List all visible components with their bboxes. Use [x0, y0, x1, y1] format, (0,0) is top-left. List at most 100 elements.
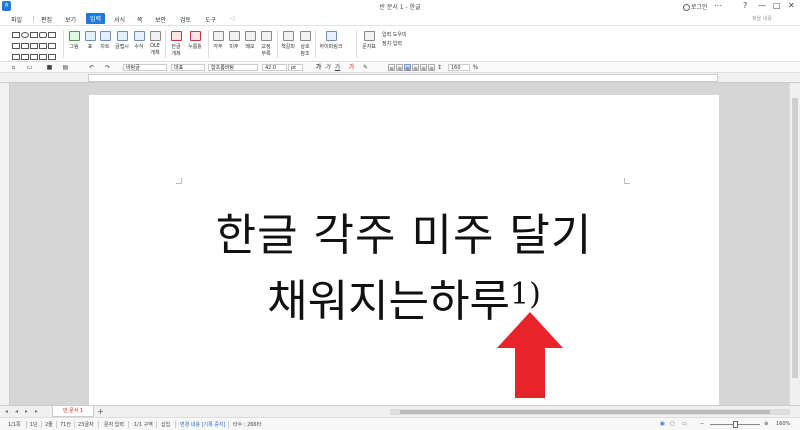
redo-icon[interactable]: ↷ — [104, 64, 111, 71]
line-spacing-icon[interactable]: ↕ — [436, 64, 443, 71]
button-label: 개체 — [171, 51, 181, 57]
vertical-scrollbar[interactable] — [789, 83, 800, 405]
status-section[interactable]: 1/1 구역 — [134, 421, 153, 428]
status-divider — [175, 421, 176, 428]
help-icon[interactable]: ? — [743, 1, 747, 10]
symbol-icon — [363, 31, 375, 41]
button-label: 각주 — [213, 44, 223, 50]
align-center-icon[interactable]: ≡ — [404, 64, 411, 72]
align-right-icon[interactable]: ≡ — [412, 64, 419, 72]
menu-edit[interactable]: 편집 — [41, 15, 52, 24]
insert-endnote-button[interactable]: 미주 — [227, 31, 241, 50]
horizontal-ruler[interactable] — [0, 73, 800, 83]
italic-icon[interactable]: 가 — [324, 64, 331, 71]
proofreading-marks-button[interactable]: 교정 부록 — [259, 31, 273, 57]
insert-chart-button[interactable]: 차트 — [98, 31, 112, 50]
font-size-input[interactable]: 42.0 — [262, 64, 287, 71]
view-page-icon[interactable]: ▢ — [670, 421, 675, 427]
align-left-icon[interactable]: ≡ — [396, 64, 403, 72]
status-track-changes[interactable]: 변경 내용 [기록 중지] — [180, 421, 225, 428]
tab-last-icon[interactable]: ▸ — [35, 408, 38, 415]
input-helper-button[interactable]: 입력 도우미 — [382, 31, 407, 38]
insert-picture-button[interactable]: 그림 — [67, 31, 81, 50]
footnote-mark[interactable]: 1) — [510, 277, 541, 312]
maximize-button[interactable]: □ — [773, 1, 781, 10]
status-divider — [74, 421, 75, 428]
view-normal-icon[interactable]: ▣ — [660, 421, 665, 427]
field-icon — [189, 31, 201, 41]
zoom-out-icon[interactable]: − — [700, 421, 704, 427]
document-page[interactable]: 한글 각주 미주 달기 채워지는하루1) — [89, 95, 719, 405]
status-insert-mode[interactable]: 삽입 — [161, 421, 170, 428]
close-button[interactable]: ✕ — [788, 1, 795, 10]
language-select[interactable]: 대표 — [171, 64, 205, 71]
tab-first-icon[interactable]: ◂ — [5, 408, 8, 415]
insert-symbol-button[interactable]: 문자표 — [360, 31, 378, 50]
font-unit-select[interactable]: pt — [288, 64, 303, 71]
ribbon-divider — [208, 30, 209, 58]
menu-review[interactable]: 검토 — [180, 15, 191, 24]
tab-document-1[interactable]: 빈 문서 1 — [52, 406, 94, 417]
insert-bookmark-button[interactable]: 책갈피 — [280, 31, 296, 50]
expand-icon[interactable]: ◁ — [230, 15, 235, 22]
bookmark-icon — [282, 31, 294, 41]
insert-hangul-object-button[interactable]: 한글 개체 — [169, 31, 183, 57]
scrollbar-thumb[interactable] — [400, 410, 770, 414]
insert-hyperlink-button[interactable]: 하이퍼링크 — [318, 31, 344, 50]
print-icon[interactable]: ▤ — [62, 64, 69, 71]
login-button[interactable]: 로그인 — [683, 2, 708, 11]
font-select[interactable]: 함초롬바탕 — [208, 64, 258, 71]
document-text-line-1[interactable]: 한글 각주 미주 달기 — [89, 199, 719, 263]
menu-security[interactable]: 보안 — [155, 15, 166, 24]
align-split-icon[interactable]: ≡ — [428, 64, 435, 72]
ribbon-divider — [356, 30, 357, 58]
new-document-icon[interactable]: ▫ — [10, 64, 17, 71]
add-tab-button[interactable]: + — [97, 407, 104, 416]
insert-formula-button[interactable]: 수식 — [132, 31, 146, 50]
document-text-line-2[interactable]: 채워지는하루1) — [89, 265, 719, 329]
insert-ole-object-button[interactable]: OLE 개체 — [148, 31, 162, 56]
open-folder-icon[interactable]: ▭ — [26, 64, 33, 71]
shape-gallery[interactable] — [12, 31, 58, 60]
status-page[interactable]: 1/1쪽 — [8, 421, 21, 428]
insert-table-button[interactable]: 표 — [84, 31, 96, 50]
status-input-mode[interactable]: 문자 입력 — [104, 421, 124, 428]
align-distribute-icon[interactable]: ≡ — [420, 64, 427, 72]
insert-footnote-button[interactable]: 각주 — [211, 31, 225, 50]
underline-icon[interactable]: 가 — [334, 64, 341, 71]
horizontal-scrollbar[interactable] — [390, 409, 790, 415]
tab-next-icon[interactable]: ▸ — [25, 408, 28, 415]
undo-icon[interactable]: ↶ — [88, 64, 95, 71]
style-select[interactable]: 바탕글 — [123, 64, 167, 71]
status-zoom[interactable]: 160% — [776, 421, 790, 427]
more-options-icon[interactable]: ⋯ — [714, 1, 722, 10]
view-web-icon[interactable]: ▭ — [682, 421, 687, 427]
menu-page[interactable]: 쪽 — [137, 15, 143, 24]
insert-field-button[interactable]: 누름틀 — [186, 31, 204, 50]
zoom-slider-knob[interactable] — [733, 421, 738, 428]
insert-memo-button[interactable]: 메모 — [243, 31, 257, 50]
hangul-object-icon — [170, 31, 182, 41]
menu-tools[interactable]: 도구 — [205, 15, 216, 24]
menu-view[interactable]: 보기 — [65, 15, 76, 24]
cross-reference-button[interactable]: 상호 참조 — [298, 31, 312, 57]
bold-icon[interactable]: 가 — [315, 64, 322, 71]
save-icon[interactable]: ■ — [46, 64, 53, 71]
tab-prev-icon[interactable]: ◂ — [15, 408, 18, 415]
font-color-icon[interactable]: 가 — [348, 64, 355, 71]
button-label: 부록 — [261, 51, 271, 57]
quick-input-button[interactable]: 정치 입력 — [382, 40, 402, 47]
menu-insert[interactable]: 입력 — [86, 13, 106, 24]
search-hint[interactable]: 찾을 내용 — [752, 15, 772, 22]
zoom-in-icon[interactable]: ⊕ — [764, 421, 768, 427]
endnote-icon — [228, 31, 240, 41]
highlight-icon[interactable]: ✎ — [362, 64, 369, 71]
zoom-input[interactable]: 160 — [448, 64, 470, 71]
vertical-ruler[interactable] — [0, 83, 10, 405]
scrollbar-thumb[interactable] — [792, 98, 798, 378]
minimize-button[interactable]: — — [758, 1, 766, 10]
insert-wordart-button[interactable]: 글맵시 — [114, 31, 130, 50]
menu-file[interactable]: 파일 — [11, 15, 22, 24]
align-justify-icon[interactable]: ≡ — [388, 64, 395, 72]
menu-format[interactable]: 서식 — [114, 15, 125, 24]
